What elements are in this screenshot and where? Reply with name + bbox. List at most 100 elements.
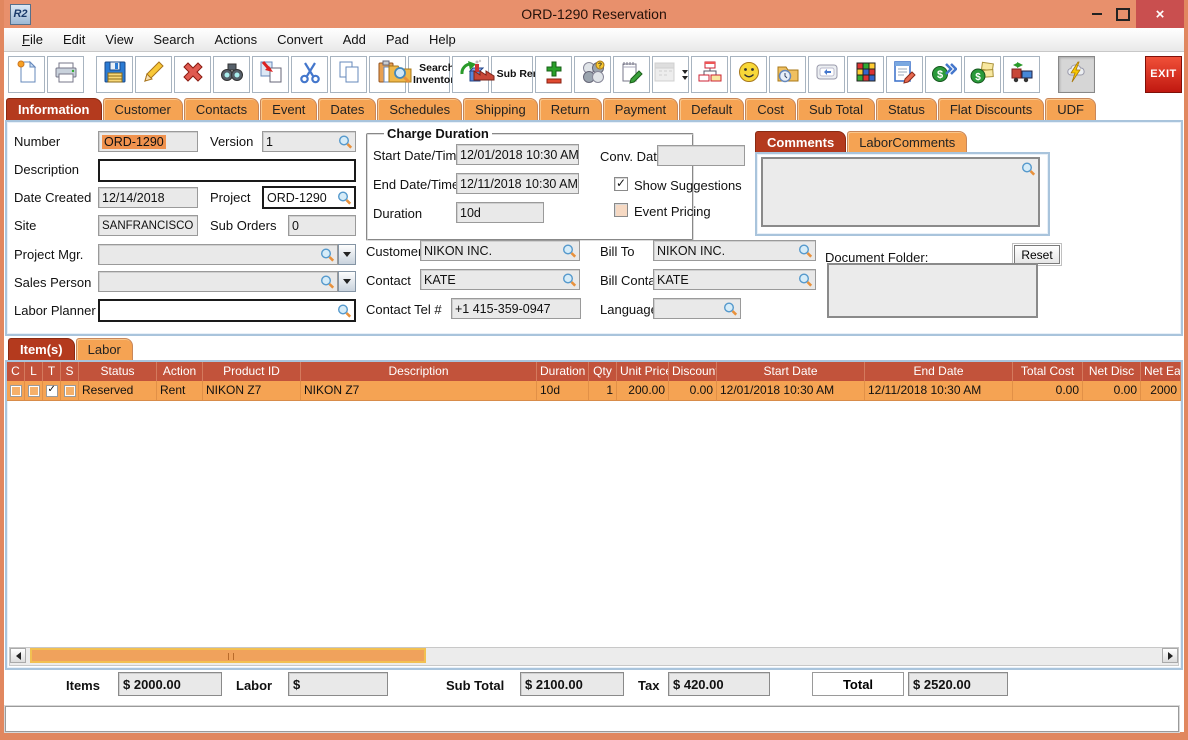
column-header-c[interactable]: C	[7, 362, 25, 381]
number-field[interactable]: ORD-1290	[98, 131, 198, 152]
truck-return-button[interactable]	[1003, 56, 1040, 93]
column-header-t[interactable]: T	[43, 362, 61, 381]
event-pricing-checkbox[interactable]	[614, 203, 628, 217]
add-remove-button[interactable]	[535, 56, 572, 93]
version-lookup-icon[interactable]	[338, 134, 353, 149]
tab-dates[interactable]: Dates	[318, 98, 377, 120]
tab-information[interactable]: Information	[6, 98, 102, 120]
quick-action-button[interactable]	[1058, 56, 1095, 93]
spinner-arrows-icon[interactable]	[681, 69, 689, 80]
sub-rent-button[interactable]: Sub Rent	[473, 56, 553, 93]
row-check-t[interactable]	[43, 381, 61, 400]
menu-item-help[interactable]: Help	[419, 30, 466, 49]
column-header-product-id[interactable]: Product ID	[203, 362, 301, 381]
items-tab-labor[interactable]: Labor	[75, 338, 133, 360]
comments-tab-comments[interactable]: Comments	[755, 131, 847, 153]
tab-schedules[interactable]: Schedules	[377, 98, 463, 120]
billing-button[interactable]: $	[964, 56, 1001, 93]
bill-to-lookup-icon[interactable]	[798, 243, 813, 258]
project-field[interactable]: ORD-1290	[262, 186, 356, 209]
tab-event[interactable]: Event	[260, 98, 318, 120]
items-tab-item-s[interactable]: Item(s)	[8, 338, 75, 360]
column-header-status[interactable]: Status	[79, 362, 157, 381]
tab-udf[interactable]: UDF	[1045, 98, 1096, 120]
column-header-start-date[interactable]: Start Date	[717, 362, 865, 381]
contact-field[interactable]: KATE	[420, 269, 580, 290]
column-header-unit-price[interactable]: Unit Price	[617, 362, 669, 381]
smiley-button[interactable]	[730, 56, 767, 93]
comments-lookup-icon[interactable]	[1021, 162, 1036, 177]
tab-payment[interactable]: Payment	[602, 98, 679, 120]
language-field[interactable]	[653, 298, 741, 319]
org-chart-button[interactable]	[691, 56, 728, 93]
column-header-action[interactable]: Action	[157, 362, 203, 381]
comments-textarea[interactable]	[761, 157, 1040, 227]
tab-return[interactable]: Return	[538, 98, 602, 120]
row-check-c[interactable]	[7, 381, 25, 400]
labor-total-field[interactable]: $	[288, 672, 388, 696]
bill-contact-field[interactable]: KATE	[653, 269, 816, 290]
duration-field[interactable]: 10d	[456, 202, 544, 223]
scroll-right-button[interactable]	[1162, 648, 1178, 663]
bill-to-field[interactable]: NIKON INC.	[653, 240, 816, 261]
labor-planner-field[interactable]	[98, 299, 356, 322]
find-button[interactable]	[213, 56, 250, 93]
horizontal-scrollbar[interactable]	[9, 647, 1179, 666]
sub-total-field[interactable]: $ 2100.00	[520, 672, 624, 696]
table-row[interactable]: ReservedRentNIKON Z7NIKON Z710d1200.000.…	[7, 381, 1181, 401]
edit-button[interactable]	[135, 56, 172, 93]
conv-date-field[interactable]	[657, 145, 745, 166]
shortcut-key-button[interactable]	[808, 56, 845, 93]
description-field[interactable]	[98, 159, 356, 182]
edit-note-button[interactable]	[886, 56, 923, 93]
exit-button[interactable]: EXIT	[1145, 56, 1182, 93]
cube-stack-button[interactable]	[847, 56, 884, 93]
tab-shipping[interactable]: Shipping	[463, 98, 538, 120]
sales-person-field[interactable]	[98, 271, 338, 292]
total-field[interactable]: $ 2520.00	[908, 672, 1008, 696]
tab-flat-discounts[interactable]: Flat Discounts	[937, 98, 1045, 120]
search-inventory-button[interactable]: Search Inventory	[388, 56, 471, 93]
customer-lookup-icon[interactable]	[562, 243, 577, 258]
menu-item-edit[interactable]: Edit	[53, 30, 95, 49]
customer-field[interactable]: NIKON INC.	[420, 240, 580, 261]
new-button[interactable]	[8, 56, 45, 93]
column-header-description[interactable]: Description	[301, 362, 537, 381]
items-total-field[interactable]: $ 2000.00	[118, 672, 222, 696]
row-check-l[interactable]	[25, 381, 43, 400]
column-header-qty[interactable]: Qty	[589, 362, 617, 381]
unchecked-checkbox[interactable]	[63, 384, 76, 397]
menu-item-actions[interactable]: Actions	[205, 30, 268, 49]
availability-button[interactable]: ?	[574, 56, 611, 93]
minimize-button[interactable]	[1084, 0, 1110, 28]
copy-button[interactable]	[330, 56, 367, 93]
sub-orders-field[interactable]: 0	[288, 215, 356, 236]
reset-button[interactable]: Reset	[1012, 243, 1062, 266]
sales-person-lookup-icon[interactable]	[320, 274, 335, 289]
labor-planner-lookup-icon[interactable]	[337, 303, 352, 318]
contact-lookup-icon[interactable]	[562, 272, 577, 287]
row-check-s[interactable]	[61, 381, 79, 400]
tab-contacts[interactable]: Contacts	[183, 98, 260, 120]
date-created-field[interactable]: 12/14/2018	[98, 187, 198, 208]
column-header-net-disc[interactable]: Net Disc	[1083, 362, 1141, 381]
menu-item-file[interactable]: File	[12, 30, 53, 49]
column-header-net-ea[interactable]: Net Ea	[1141, 362, 1181, 381]
scroll-left-button[interactable]	[10, 648, 26, 663]
tab-customer[interactable]: Customer	[102, 98, 183, 120]
end-datetime-field[interactable]: 12/11/2018 10:30 AM	[456, 173, 579, 194]
calendar-button[interactable]	[652, 56, 689, 93]
tab-cost[interactable]: Cost	[745, 98, 796, 120]
unchecked-checkbox[interactable]	[27, 384, 40, 397]
unchecked-checkbox[interactable]	[9, 384, 22, 397]
project-lookup-icon[interactable]	[337, 190, 352, 205]
tab-default[interactable]: Default	[679, 98, 745, 120]
menu-item-pad[interactable]: Pad	[376, 30, 419, 49]
tab-status[interactable]: Status	[875, 98, 937, 120]
column-header-discount[interactable]: Discount	[669, 362, 717, 381]
column-header-total-cost[interactable]: Total Cost	[1013, 362, 1083, 381]
column-header-s[interactable]: S	[61, 362, 79, 381]
bill-contact-lookup-icon[interactable]	[798, 272, 813, 287]
project-mgr-field[interactable]	[98, 244, 338, 265]
version-field[interactable]: 1	[262, 131, 356, 152]
